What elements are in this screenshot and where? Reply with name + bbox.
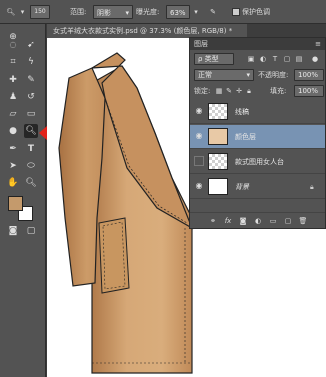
filter-type-icon[interactable]: T (270, 54, 280, 64)
ellipse-tool-icon[interactable]: ⬭ (24, 159, 38, 173)
exposure-input[interactable]: 63% (166, 5, 190, 19)
filter-shape-icon[interactable]: ▢ (282, 54, 292, 64)
layer-name: 线稿 (235, 108, 249, 116)
layer-row[interactable]: ◉ 颜色层 (190, 125, 325, 149)
hand-tool-icon[interactable]: ✋ (6, 176, 20, 190)
exposure-dropdown-icon[interactable]: ▾ (192, 5, 200, 19)
fill-value: 100% (298, 87, 319, 95)
path-selection-icon[interactable]: ➤ (6, 159, 20, 173)
blend-mode-value: 正常 (198, 71, 212, 79)
delete-layer-icon[interactable]: 🗑︎ (298, 216, 308, 226)
foreground-color-swatch[interactable] (8, 196, 23, 211)
lock-all-icon[interactable]: 🔒︎ (244, 86, 254, 96)
fill-label: 填充: (270, 87, 287, 95)
filter-toggle-icon[interactable]: ● (310, 54, 320, 64)
coat-pocket (98, 217, 130, 294)
layer-row[interactable]: 款式图用女人台 (190, 150, 325, 174)
eye-hidden-icon[interactable] (194, 156, 204, 166)
eye-icon[interactable]: ◉ (194, 131, 204, 141)
history-brush-icon[interactable]: ↺ (24, 90, 38, 104)
type-tool-icon[interactable]: T (24, 142, 38, 156)
layer-thumbnail (208, 153, 228, 170)
healing-brush-icon[interactable]: ✚ (6, 73, 20, 87)
panel-menu-icon[interactable]: ≡ (313, 39, 323, 49)
brush-size-picker[interactable]: 150 (30, 5, 50, 19)
brush-tool-icon[interactable]: ✎ (24, 73, 38, 87)
fill-input[interactable]: 100% (294, 85, 324, 97)
screen-mode-icon[interactable]: ▢ (24, 224, 38, 238)
blend-mode-select[interactable]: 正常 ▾ (194, 69, 254, 81)
eye-icon[interactable]: ◉ (194, 181, 204, 191)
layer-thumbnail (208, 178, 228, 195)
dodge-tool-icon[interactable]: 🔍︎ (4, 5, 18, 19)
new-layer-icon[interactable]: ▢ (283, 216, 293, 226)
document-tab[interactable]: 女式羊绒大衣款式实例.psd @ 37.3% (颜色层, RGB/8) * (47, 24, 247, 38)
eraser-tool-icon[interactable]: ▱ (6, 107, 20, 121)
protect-tone-label: 保护色调 (242, 8, 270, 16)
range-label: 范围: (70, 8, 87, 16)
lock-label: 锁定: (194, 87, 211, 95)
new-group-icon[interactable]: ▭ (268, 216, 278, 226)
blend-row: 正常 ▾ 不透明度: 100% (190, 67, 325, 83)
layer-name: 颜色层 (235, 133, 256, 141)
clone-stamp-icon[interactable]: ♟ (6, 90, 20, 104)
lock-row: 锁定: ▦ ✎ ✛ 🔒︎ 填充: 100% (190, 83, 325, 99)
exposure-value: 63% (170, 9, 186, 17)
tool-preset-dropdown-icon[interactable]: ▾ (19, 5, 26, 19)
document-tab-bar: 女式羊绒大衣款式实例.psd @ 37.3% (颜色层, RGB/8) * (47, 24, 326, 38)
layers-panel-header: 图层 ≡ (190, 38, 325, 50)
document-title: 女式羊绒大衣款式实例.psd @ 37.3% (颜色层, RGB/8) * (53, 27, 233, 35)
layer-name: 背景 (235, 183, 249, 191)
layers-footer: ⚭ fx ◙ ◐ ▭ ▢ 🗑︎ (190, 212, 325, 228)
filter-adjust-icon[interactable]: ◐ (258, 54, 268, 64)
filter-pixel-icon[interactable]: ▣ (246, 54, 256, 64)
layer-thumbnail (208, 128, 228, 145)
range-value: 阴影 (97, 9, 111, 17)
layer-name: 款式图用女人台 (235, 158, 284, 166)
filter-row: ρ 类型 ▣ ◐ T ▢ ▤ ● (190, 51, 325, 67)
layer-thumbnail (208, 103, 228, 120)
blur-tool-icon[interactable]: ● (6, 124, 20, 138)
toolbox: ⊕ ◌ ➹ ⌗ ϟ ✚ ✎ ♟ ↺ ▱ ▭ ● 🔍︎ ✒ T ➤ ⬭ ✋ 🔍︎ … (0, 24, 46, 377)
range-select[interactable]: 阴影 ▾ (93, 5, 133, 19)
opacity-input[interactable]: 100% (294, 69, 324, 81)
lock-position-icon[interactable]: ✛ (234, 86, 244, 96)
exposure-label: 曝光度: (136, 8, 160, 16)
layers-panel-title: 图层 (194, 40, 208, 48)
chevron-down-icon: ▾ (125, 9, 129, 17)
eye-icon[interactable]: ◉ (194, 106, 204, 116)
airbrush-icon[interactable]: ✎ (207, 5, 219, 19)
layer-style-icon[interactable]: fx (223, 216, 233, 226)
lock-transparent-icon[interactable]: ▦ (214, 86, 224, 96)
lock-image-icon[interactable]: ✎ (224, 86, 234, 96)
gradient-tool-icon[interactable]: ▭ (24, 107, 38, 121)
kind-filter-value: ρ 类型 (198, 55, 219, 63)
dodge-tool-icon[interactable]: 🔍︎ (24, 124, 38, 138)
zoom-tool-icon[interactable]: 🔍︎ (24, 176, 38, 190)
opacity-label: 不透明度: (258, 71, 289, 79)
kind-filter-select[interactable]: ρ 类型 (194, 53, 234, 65)
lock-icon: 🔒︎ (310, 183, 314, 191)
options-bar: 🔍︎ ▾ 150 范围: 阴影 ▾ 曝光度: 63% ▾ ✎ 保护色调 (0, 0, 326, 24)
chevron-down-icon: ▾ (246, 71, 250, 79)
link-layers-icon[interactable]: ⚭ (208, 216, 218, 226)
protect-tone-checkbox[interactable] (232, 8, 240, 16)
layer-mask-icon[interactable]: ◙ (238, 216, 248, 226)
adjustment-layer-icon[interactable]: ◐ (253, 216, 263, 226)
pen-tool-icon[interactable]: ✒ (6, 142, 20, 156)
layer-row[interactable]: ◉ 线稿 (190, 100, 325, 124)
eyedropper-tool-icon[interactable]: ϟ (24, 55, 38, 69)
brush-size-value: 150 (34, 8, 46, 15)
layer-row[interactable]: ◉ 背景 🔒︎ (190, 175, 325, 199)
quick-mask-icon[interactable]: ◙ (6, 224, 20, 238)
crop-tool-icon[interactable]: ⌗ (6, 55, 20, 69)
filter-smart-icon[interactable]: ▤ (294, 54, 304, 64)
opacity-value: 100% (298, 71, 319, 79)
layers-panel: 图层 ≡ ρ 类型 ▣ ◐ T ▢ ▤ ● 正常 ▾ 不透明度: 100% 锁定… (189, 37, 326, 229)
marquee-tool-icon[interactable]: ◌ (6, 38, 20, 52)
lasso-tool-icon[interactable]: ➹ (24, 38, 38, 52)
